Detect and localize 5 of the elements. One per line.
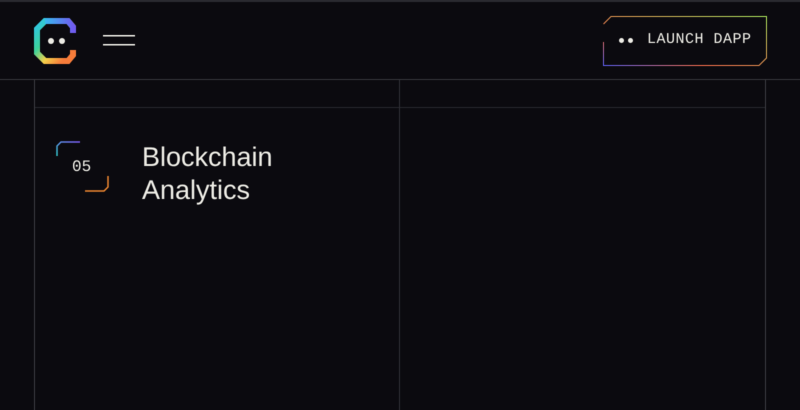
feature-title: Blockchain Analytics	[142, 141, 274, 207]
corner-bracket-icon	[56, 141, 110, 193]
feature-number: 05	[72, 157, 92, 177]
launch-dapp-button[interactable]: LAUNCH DAPP	[603, 16, 767, 66]
menu-icon[interactable]	[103, 34, 135, 46]
